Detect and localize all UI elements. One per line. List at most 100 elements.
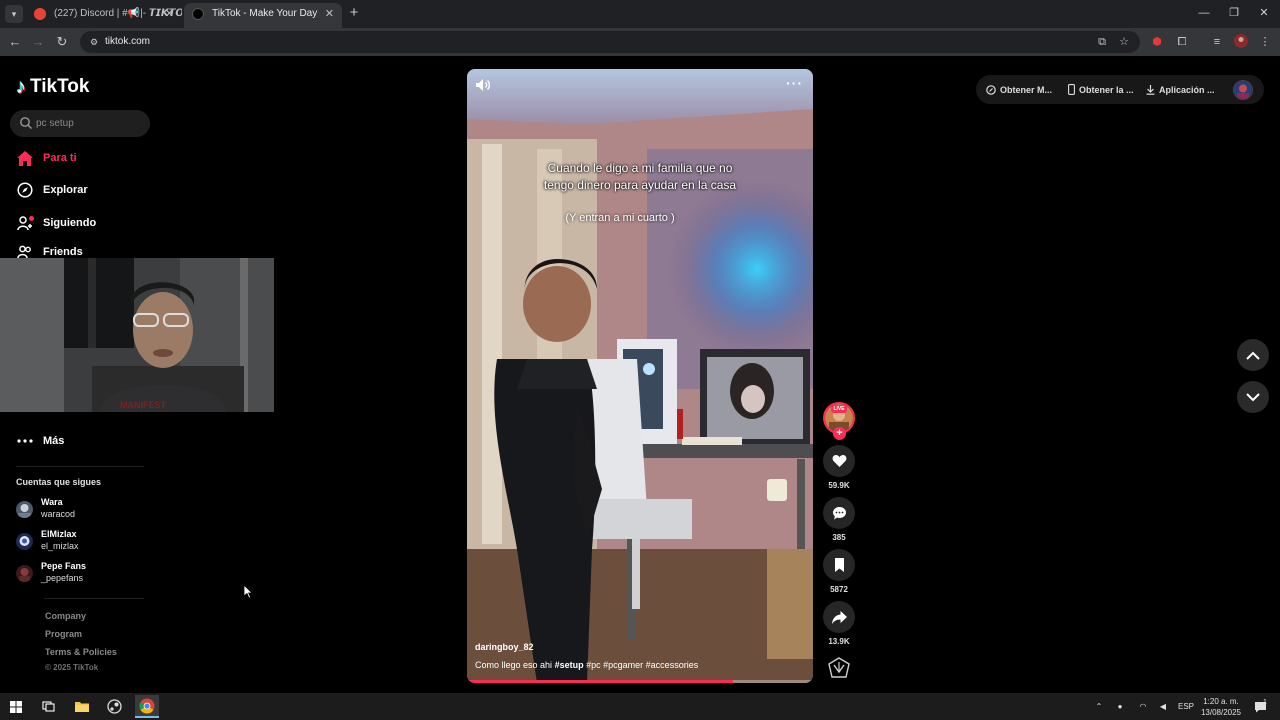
comment-count: 385 [832,533,846,542]
language-indicator[interactable]: ESP [1175,693,1197,720]
chrome-menu-icon[interactable]: ⋮ [1257,34,1273,50]
following-section-title: Cuentas que sigues [16,477,102,487]
video-description: Como llego eso ahi #setup #pc #pcgamer #… [475,660,698,670]
extensions-puzzle-icon[interactable]: ⧠ [1174,34,1190,50]
video-caption-line-1: Cuando le digo a mi familia que no [547,161,733,175]
following-icon [16,215,34,232]
install-app-icon[interactable]: ⧉ [1094,34,1110,50]
chevron-up-icon [1246,351,1260,360]
volume-icon[interactable] [475,78,491,92]
compass-icon [16,182,33,199]
notification-dot [29,215,34,221]
extension-shield-icon[interactable]: ⬢ [1149,34,1165,50]
sound-disc-button[interactable] [823,652,855,684]
hashtag-link[interactable]: #pcgamer [603,660,643,670]
window-close-icon[interactable]: ✕ [1249,4,1279,22]
nav-item-mas[interactable]: Más [16,430,64,452]
previous-video-button[interactable] [1237,339,1269,371]
steam-app-button[interactable] [102,695,126,718]
like-button[interactable] [823,445,855,477]
account-elmizlax[interactable]: ElMizlax el_mizlax [16,529,156,555]
hashtag-link[interactable]: #setup [555,660,584,670]
video-description-text: Como llego eso ahi [475,660,553,670]
video-author[interactable]: daringboy_82 [475,642,534,652]
start-button[interactable] [4,695,28,718]
address-bar[interactable]: ⚙ tiktok.com [80,31,1140,53]
tab-tiktok[interactable]: TikTok - Make Your Day ✕ [184,3,342,28]
more-options-icon[interactable]: ··· [786,75,803,91]
video-caption-line-2: tengo dinero para ayudar en la casa [543,178,737,192]
mouse-cursor-icon [244,585,253,599]
nav-item-explorar[interactable]: Explorar [16,179,88,201]
minimize-icon[interactable]: — [1189,4,1219,22]
tiktok-logo-text: TikTok [30,76,90,97]
clock-time: 1:20 a. m. [1203,697,1239,706]
nav-item-siguiendo[interactable]: Siguiendo [16,212,96,234]
pill-label: Obtener la ... [1079,84,1134,95]
volume-icon[interactable]: ◀ [1155,693,1171,720]
site-info-icon[interactable]: ⚙ [88,36,100,48]
task-view-button[interactable] [36,695,60,718]
reload-icon[interactable]: ↻ [53,33,71,51]
video-progress-bar[interactable] [467,680,813,683]
music-disc-icon [828,657,850,678]
home-icon [16,150,33,167]
close-icon[interactable]: ✕ [165,3,174,25]
get-coins-button[interactable]: Obtener M... [986,75,1052,104]
account-pepefans[interactable]: Pepe Fans _pepefans [16,561,156,587]
comment-button[interactable] [823,497,855,529]
account-wara[interactable]: Wara waracod [16,497,156,523]
url-text: tiktok.com [105,36,151,47]
webcam-overlay: MANIFEST [0,258,274,412]
bookmark-star-icon[interactable]: ☆ [1116,34,1132,50]
nav-item-para-ti[interactable]: Para ti [16,147,77,169]
avatar [16,565,33,582]
show-hidden-icons-icon[interactable]: ⌃ [1092,693,1106,720]
profile-avatar-icon[interactable] [1233,34,1249,50]
download-app-button[interactable]: Aplicación ... [1146,75,1215,104]
account-name: Wara [41,497,63,507]
footer-link-terms[interactable]: Terms & Policies [45,647,117,657]
get-app-button[interactable]: Obtener la ... [1068,75,1134,104]
nav-label: Más [43,435,65,447]
back-icon[interactable]: ← [6,33,24,51]
like-count: 59.9K [828,481,850,490]
search-bar[interactable] [10,110,150,137]
restore-icon[interactable]: ❐ [1219,4,1249,22]
forward-icon[interactable]: → [29,33,47,51]
search-input[interactable] [36,110,146,137]
hashtag-link[interactable]: #pc [586,660,601,670]
tab-discord-title: (227) Discord | #📢|- 𝙏𝙄𝙆𝙏𝙊 [54,8,182,19]
hashtag-link[interactable]: #accessories [646,660,699,670]
save-button[interactable] [823,549,855,581]
notifications-button[interactable]: 1 [1250,693,1270,720]
chrome-app-button[interactable] [135,695,159,718]
new-tab-icon[interactable]: + [346,5,362,21]
video-player[interactable]: ··· Cuando le digo a mi familia que no t… [467,69,813,683]
account-name: Pepe Fans [41,561,87,571]
task-view-icon [41,701,55,712]
network-icon[interactable]: ◠ [1135,693,1151,720]
follow-button[interactable]: + [833,427,846,440]
browser-toolbar: ← → ↻ ⚙ tiktok.com ⧉ ☆ ⬢ ⧠ ≡ ⋮ [0,28,1280,57]
microphone-icon[interactable]: ● [1113,693,1127,720]
tiktok-logo[interactable]: ♪ TikTok [16,76,89,98]
tab-discord[interactable]: (227) Discord | #📢|- 𝙏𝙄𝙆𝙏𝙊 ✕ [26,3,182,28]
file-explorer-button[interactable] [70,695,94,718]
video-caption-paren: (Y entran a mi cuarto ) [565,212,675,224]
system-clock[interactable]: 1:20 a. m. 13/08/2025 [1196,696,1246,718]
media-control-icon[interactable]: ≡ [1209,34,1225,50]
user-avatar[interactable] [1233,80,1253,100]
close-icon[interactable]: ✕ [325,3,334,25]
footer-link-program[interactable]: Program [45,629,82,639]
account-handle: _pepefans [41,573,84,583]
footer-link-company[interactable]: Company [45,611,86,621]
next-video-button[interactable] [1237,381,1269,413]
tab-search-icon[interactable]: ▾ [5,5,23,23]
app-icon [106,699,122,714]
share-count: 13.9K [828,637,850,646]
windows-logo-icon [10,700,22,713]
divider [16,466,144,467]
share-button[interactable] [823,601,855,633]
bookmark-icon [834,558,844,572]
